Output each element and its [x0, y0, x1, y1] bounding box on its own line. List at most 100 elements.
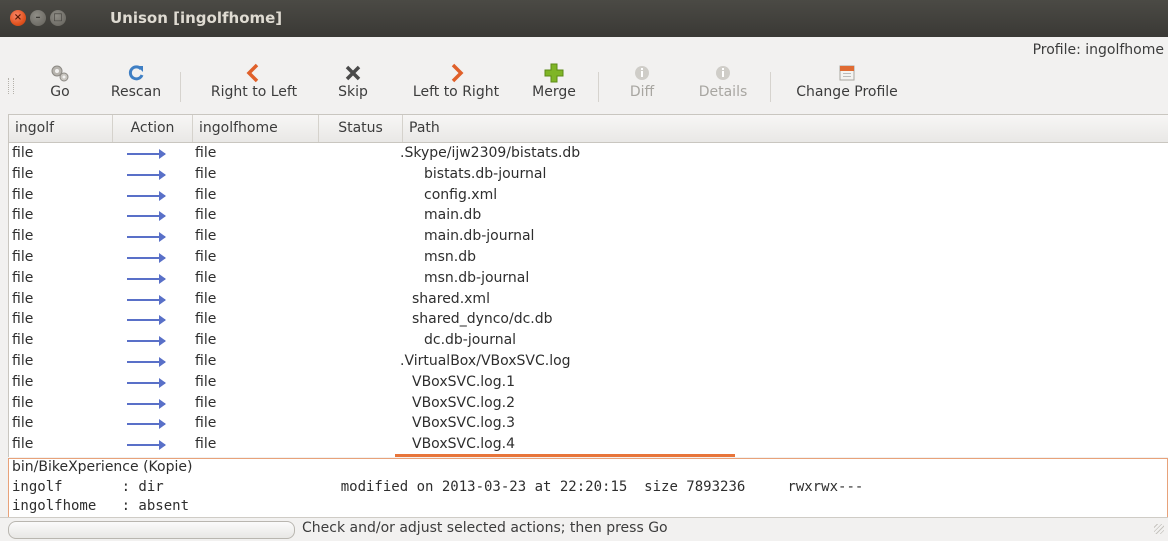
right-arrow-icon [127, 377, 166, 388]
plus-icon [522, 62, 586, 84]
column-header-ingolfhome[interactable]: ingolfhome [193, 115, 319, 142]
left-chevron-icon [192, 62, 316, 84]
table-row[interactable]: file file config.xml [9, 185, 1168, 206]
cell-ingolfhome: file [195, 248, 217, 265]
right-arrow-icon [127, 336, 166, 347]
table-row[interactable]: file file .VirtualBox/VBoxSVC.log [9, 351, 1168, 372]
table-row[interactable]: file file .Skype/ijw2309/bistats.db [9, 143, 1168, 164]
x-icon [328, 62, 378, 84]
table-row[interactable]: file file shared.xml [9, 289, 1168, 310]
merge-button[interactable]: Merge [522, 60, 586, 108]
cell-ingolfhome: file [195, 290, 217, 307]
cell-path: VBoxSVC.log.4 [412, 436, 515, 453]
table-row[interactable]: file file msn.db-journal [9, 268, 1168, 289]
right-arrow-icon [127, 190, 166, 201]
cell-path: VBoxSVC.log.1 [412, 373, 515, 390]
cell-path: main.db-journal [424, 228, 535, 245]
go-label: Go [50, 84, 70, 100]
table-row[interactable]: file file dc.db-journal [9, 330, 1168, 351]
cell-ingolfhome: file [195, 165, 217, 182]
right-arrow-icon [127, 273, 166, 284]
table-row[interactable]: file file VBoxSVC.log.4 [9, 434, 1168, 455]
details-line-ingolf: ingolf : dir modified on 2013-03-23 at 2… [12, 479, 864, 495]
resize-grip[interactable] [1154, 524, 1164, 534]
table-row[interactable]: file file main.db-journal [9, 226, 1168, 247]
cell-path: shared_dynco/dc.db [412, 311, 553, 328]
right-arrow-icon [127, 294, 166, 305]
cell-path: msn.db [424, 248, 477, 265]
table-row[interactable]: file file VBoxSVC.log.3 [9, 413, 1168, 434]
go-button[interactable]: Go [40, 60, 80, 108]
cell-ingolfhome: file [195, 394, 217, 411]
cell-path: msn.db-journal [424, 269, 530, 286]
table-row[interactable]: file file shared_dynco/dc.db [9, 309, 1168, 330]
cell-ingolf: file [12, 269, 34, 286]
left-to-right-button[interactable]: Left to Right [394, 60, 518, 108]
table-row[interactable]: file file VBoxSVC.log.1 [9, 372, 1168, 393]
maximize-window-button[interactable]: □ [50, 10, 66, 26]
table-row[interactable]: file file VBoxSVC.log.2 [9, 393, 1168, 414]
status-bar: Check and/or adjust selected actions; th… [0, 517, 1168, 541]
close-icon: × [13, 12, 23, 23]
window-title: Unison [ingolfhome] [110, 9, 283, 27]
cell-ingolf: file [12, 436, 34, 453]
diff-button[interactable]: Diff [614, 60, 670, 108]
close-window-button[interactable]: × [10, 10, 26, 26]
cell-ingolf: file [12, 394, 34, 411]
table-row[interactable]: file file bistats.db-journal [9, 164, 1168, 185]
right-arrow-icon [127, 211, 166, 222]
column-header-action[interactable]: Action [113, 115, 193, 142]
cell-ingolf: file [12, 352, 34, 369]
cell-ingolfhome: file [195, 332, 217, 349]
folder-icon [780, 62, 914, 84]
list-header: ingolf Action ingolfhome Status Path [9, 115, 1168, 143]
right-to-left-button[interactable]: Right to Left [192, 60, 316, 108]
cell-ingolf: file [12, 207, 34, 224]
minimize-window-button[interactable]: – [30, 10, 46, 26]
right-chevron-icon [394, 62, 518, 84]
cell-ingolfhome: file [195, 228, 217, 245]
gears-icon [40, 62, 80, 84]
title-bar: × – □ Unison [ingolfhome] [0, 0, 1168, 37]
rescan-label: Rescan [110, 84, 162, 100]
rescan-button[interactable]: Rescan [104, 60, 168, 108]
cell-path: .Skype/ijw2309/bistats.db [400, 145, 581, 161]
toolbar-grip[interactable] [8, 78, 14, 94]
cell-ingolfhome: file [195, 145, 217, 161]
details-button[interactable]: Details [686, 60, 760, 108]
right-arrow-icon [127, 252, 166, 263]
right-arrow-icon [127, 169, 166, 180]
cell-path: bistats.db-journal [424, 165, 547, 182]
column-header-status[interactable]: Status [319, 115, 403, 142]
cell-ingolf: file [12, 186, 34, 203]
cell-ingolfhome: file [195, 311, 217, 328]
column-header-path[interactable]: Path [403, 115, 1168, 142]
right-arrow-icon [127, 232, 166, 243]
right-arrow-icon [127, 419, 166, 430]
toolbar-separator [598, 72, 599, 102]
file-list[interactable]: ingolf Action ingolfhome Status Path fil… [8, 114, 1168, 457]
status-text: Check and/or adjust selected actions; th… [302, 520, 668, 536]
right-arrow-icon [127, 315, 166, 326]
table-row[interactable]: file file msn.db [9, 247, 1168, 268]
cell-ingolf: file [12, 248, 34, 265]
cell-path: .VirtualBox/VBoxSVC.log [400, 352, 571, 369]
maximize-icon: □ [53, 12, 63, 23]
cell-ingolf: file [12, 373, 34, 390]
details-line-ingolfhome: ingolfhome : absent [12, 498, 190, 514]
change-profile-button[interactable]: Change Profile [780, 60, 914, 108]
cell-ingolf: file [12, 290, 34, 307]
table-row[interactable]: file file main.db [9, 205, 1168, 226]
cell-ingolf: file [12, 332, 34, 349]
cell-ingolfhome: file [195, 269, 217, 286]
skip-button[interactable]: Skip [328, 60, 378, 108]
progress-bar [8, 521, 295, 539]
toolbar-separator [180, 72, 181, 102]
info-icon [614, 62, 670, 84]
column-header-ingolf[interactable]: ingolf [9, 115, 113, 142]
toolbar-separator [770, 72, 771, 102]
cell-ingolfhome: file [195, 207, 217, 224]
cell-path: VBoxSVC.log.2 [412, 394, 515, 411]
details-path: bin/BikeXperience (Kopie) [12, 459, 193, 475]
cell-ingolfhome: file [195, 415, 217, 432]
